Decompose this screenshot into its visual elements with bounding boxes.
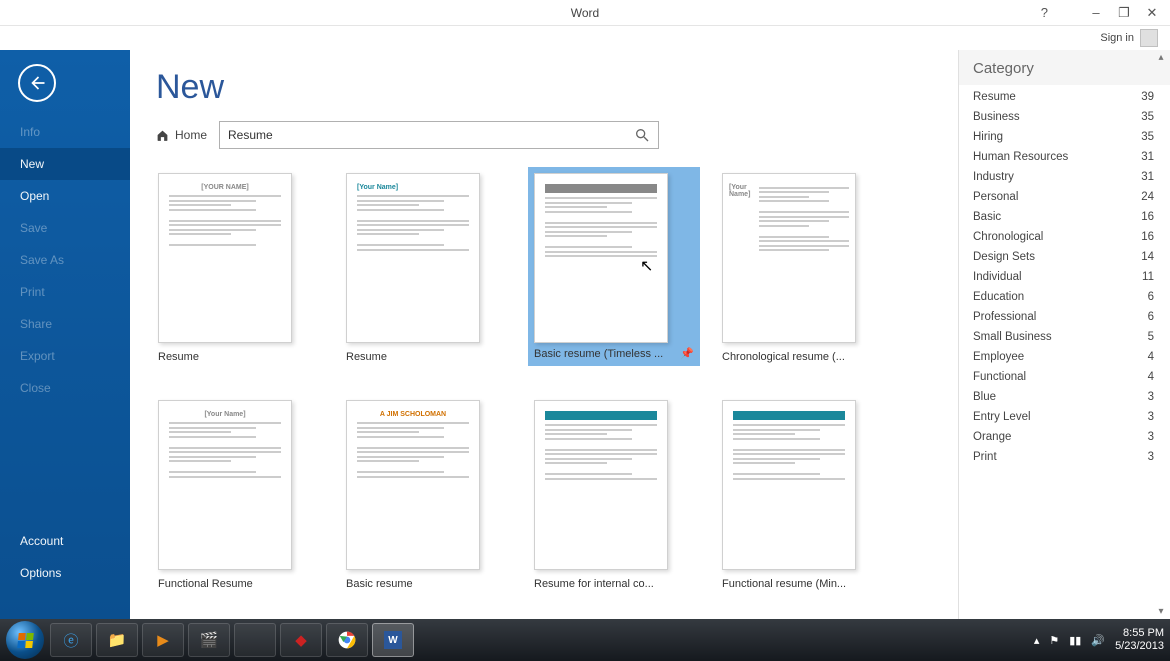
taskbar-adobe[interactable]: ◆ xyxy=(280,623,322,657)
taskbar-media[interactable]: 🎬 xyxy=(188,623,230,657)
sidebar-item-account[interactable]: Account xyxy=(0,525,130,557)
sidebar-item-export: Export xyxy=(0,340,130,372)
taskbar-ie[interactable]: ⓔ xyxy=(50,623,92,657)
category-row[interactable]: Individual11 xyxy=(959,267,1170,287)
avatar[interactable] xyxy=(1140,29,1158,47)
category-panel: ▴ ▾ Category Resume39Business35Hiring35H… xyxy=(958,50,1170,619)
taskbar-word[interactable]: W xyxy=(372,623,414,657)
category-row[interactable]: Personal24 xyxy=(959,187,1170,207)
home-breadcrumb[interactable]: Home xyxy=(156,128,207,142)
home-icon xyxy=(156,129,169,142)
sidebar-item-print: Print xyxy=(0,276,130,308)
category-row[interactable]: Print3 xyxy=(959,447,1170,467)
sidebar-item-save-as: Save As xyxy=(0,244,130,276)
minimize-button[interactable]: – xyxy=(1082,4,1110,22)
template-item[interactable]: Functional resume (Min... xyxy=(722,400,882,590)
signin-link[interactable]: Sign in xyxy=(1100,32,1134,44)
close-button[interactable]: ✕ xyxy=(1138,4,1166,22)
category-row[interactable]: Employee4 xyxy=(959,347,1170,367)
taskbar-explorer[interactable]: 📁 xyxy=(96,623,138,657)
scroll-down-icon[interactable]: ▾ xyxy=(1158,606,1163,617)
tray-clock[interactable]: 8:55 PM 5/23/2013 xyxy=(1115,627,1164,653)
sidebar-item-open[interactable]: Open xyxy=(0,180,130,212)
sidebar-item-info: Info xyxy=(0,116,130,148)
windows-taskbar: ⓔ 📁 ▶ 🎬 ◆ W ▴ ⚑ ▮▮ 🔊 8:55 PM 5/23/2013 xyxy=(0,619,1170,661)
taskbar-apps[interactable] xyxy=(234,623,276,657)
start-button[interactable] xyxy=(6,621,44,659)
category-row[interactable]: Business35 xyxy=(959,107,1170,127)
category-row[interactable]: Human Resources31 xyxy=(959,147,1170,167)
category-row[interactable]: Design Sets14 xyxy=(959,247,1170,267)
tray-flag-icon[interactable]: ⚑ xyxy=(1049,634,1059,647)
category-row[interactable]: Professional6 xyxy=(959,307,1170,327)
search-icon[interactable] xyxy=(634,127,650,143)
template-item[interactable]: Resume for internal co... xyxy=(534,400,694,590)
restore-button[interactable]: ❐ xyxy=(1110,4,1138,22)
template-item[interactable]: [YOUR NAME]Resume xyxy=(158,173,318,366)
sidebar-item-new[interactable]: New xyxy=(0,148,130,180)
backstage-sidebar: InfoNewOpenSaveSave AsPrintShareExportCl… xyxy=(0,50,130,619)
search-input[interactable] xyxy=(228,128,634,142)
template-search[interactable] xyxy=(219,121,659,149)
taskbar-wmp[interactable]: ▶ xyxy=(142,623,184,657)
category-row[interactable]: Chronological16 xyxy=(959,227,1170,247)
category-row[interactable]: Functional4 xyxy=(959,367,1170,387)
category-row[interactable]: Resume39 xyxy=(959,87,1170,107)
category-row[interactable]: Education6 xyxy=(959,287,1170,307)
category-row[interactable]: Basic16 xyxy=(959,207,1170,227)
sidebar-item-share: Share xyxy=(0,308,130,340)
category-header: Category xyxy=(959,50,1170,85)
tray-up-icon[interactable]: ▴ xyxy=(1034,634,1040,647)
help-icon[interactable]: ? xyxy=(1041,5,1048,20)
scroll-up-icon[interactable]: ▴ xyxy=(1158,52,1163,63)
template-item[interactable]: A JIM SCHOLOMANBasic resume xyxy=(346,400,506,590)
template-item[interactable]: [YourName]Chronological resume (... xyxy=(722,173,882,366)
category-row[interactable]: Small Business5 xyxy=(959,327,1170,347)
category-row[interactable]: Entry Level3 xyxy=(959,407,1170,427)
category-row[interactable]: Blue3 xyxy=(959,387,1170,407)
category-row[interactable]: Hiring35 xyxy=(959,127,1170,147)
titlebar: Word ? – ❐ ✕ xyxy=(0,0,1170,26)
sidebar-item-options[interactable]: Options xyxy=(0,557,130,589)
back-button[interactable] xyxy=(18,64,56,102)
sidebar-item-save: Save xyxy=(0,212,130,244)
category-row[interactable]: Industry31 xyxy=(959,167,1170,187)
tray-volume-icon[interactable]: 🔊 xyxy=(1091,634,1105,647)
taskbar-chrome[interactable] xyxy=(326,623,368,657)
sidebar-item-close: Close xyxy=(0,372,130,404)
category-row[interactable]: Orange3 xyxy=(959,427,1170,447)
template-item[interactable]: [Your Name]Resume xyxy=(346,173,506,366)
app-title: Word xyxy=(571,6,599,20)
pin-icon[interactable]: 📌 xyxy=(680,347,694,360)
template-item[interactable]: [Your Name]Functional Resume xyxy=(158,400,318,590)
template-item[interactable]: Basic resume (Timeless ...📌 xyxy=(534,173,694,366)
page-title: New xyxy=(156,68,932,107)
tray-network-icon[interactable]: ▮▮ xyxy=(1069,634,1081,647)
